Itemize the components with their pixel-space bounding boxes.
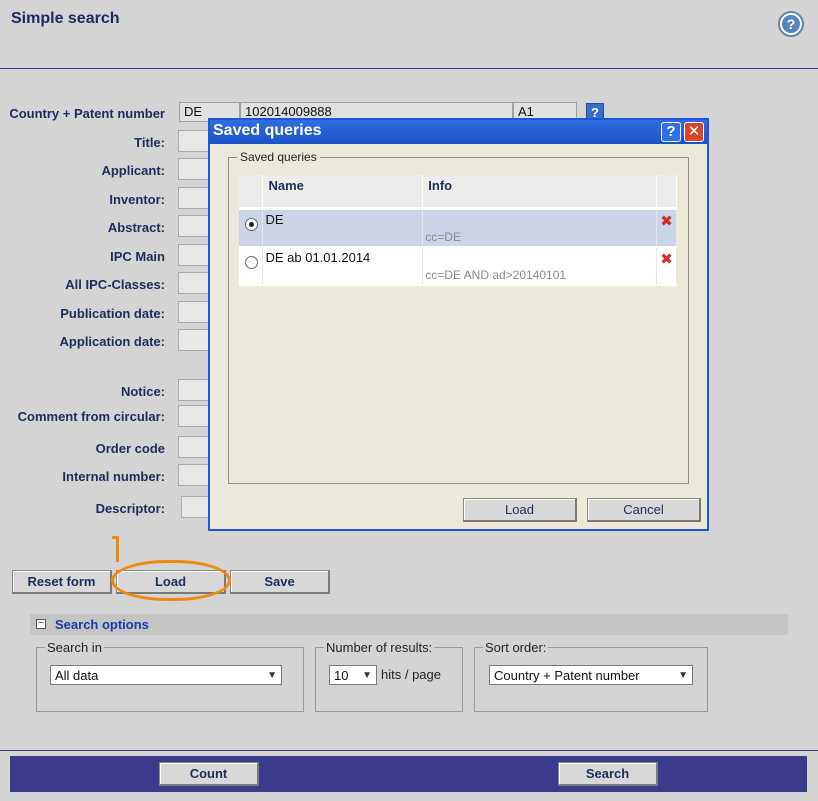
sort-order-value: Country + Patent number (494, 667, 640, 683)
dialog-cancel-button[interactable]: Cancel (587, 498, 701, 522)
info-column-header: Info (422, 175, 657, 210)
dialog-title[interactable]: Saved queries (210, 120, 707, 144)
country-pn-label: Country + Patent number (9, 106, 165, 121)
comment-label: Comment from circular: (17, 409, 165, 424)
search-options-title[interactable]: Search options (55, 617, 149, 632)
query-radio[interactable] (245, 217, 258, 231)
notice-label: Notice: (120, 384, 165, 399)
header-divider (0, 68, 818, 69)
footer-bar (10, 756, 807, 792)
notice-input[interactable] (178, 379, 212, 401)
num-results-select[interactable]: 10 ▼ (329, 665, 377, 685)
publication-date-input[interactable] (178, 301, 212, 323)
query-radio[interactable] (245, 255, 258, 269)
search-in-legend: Search in (47, 640, 102, 655)
order-code-input[interactable] (178, 436, 212, 458)
sort-order-select[interactable]: Country + Patent number ▼ (489, 665, 693, 685)
saved-queries-dialog: Saved queries ? ✕ Saved queries Name Inf… (208, 118, 709, 531)
num-results-value: 10 (334, 667, 349, 683)
table-row[interactable]: DE ab 01.01.2014 cc=DE AND ad>20140101 ✖ (239, 246, 678, 286)
sort-order-legend: Sort order: (485, 640, 547, 655)
load-highlight-ellipse (111, 560, 231, 601)
applicant-label: Applicant: (101, 163, 165, 178)
title-input[interactable] (178, 130, 212, 152)
descriptor-label: Descriptor: (95, 501, 165, 516)
page-title: Simple search (11, 10, 120, 27)
chevron-down-icon: ▼ (362, 669, 372, 681)
abstract-label: Abstract: (107, 220, 165, 235)
search-in-select[interactable]: All data ▼ (50, 665, 282, 685)
footer-divider (0, 750, 818, 751)
ipc-main-input[interactable] (178, 244, 212, 266)
count-button[interactable]: Count (159, 762, 259, 786)
saved-queries-group: Saved queries Name Info DE cc=DE ✖ DE ab… (228, 150, 689, 484)
chevron-down-icon: ▼ (678, 669, 688, 681)
name-column-header: Name (262, 175, 424, 210)
all-ipc-label: All IPC-Classes: (65, 277, 165, 292)
saved-queries-legend: Saved queries (240, 150, 317, 164)
table-row[interactable]: DE cc=DE ✖ (239, 208, 678, 248)
application-date-label: Application date: (59, 334, 165, 349)
collapse-icon[interactable]: − (36, 619, 46, 629)
close-icon[interactable]: ✕ (684, 122, 704, 142)
all-ipc-input[interactable] (178, 272, 212, 294)
select-column-header (239, 175, 264, 210)
reset-form-button[interactable]: Reset form (12, 570, 112, 594)
dialog-load-button[interactable]: Load (463, 498, 577, 522)
save-button[interactable]: Save (230, 570, 330, 594)
internal-number-label: Internal number: (62, 469, 165, 484)
query-name: DE (262, 208, 424, 248)
hits-per-page-label: hits / page (381, 667, 441, 682)
search-in-value: All data (55, 667, 99, 683)
help-icon[interactable]: ? (661, 122, 681, 142)
ipc-main-label: IPC Main (110, 249, 165, 264)
publication-date-label: Publication date: (60, 306, 165, 321)
num-results-legend: Number of results: (326, 640, 433, 655)
delete-column-header (656, 175, 678, 210)
order-code-label: Order code (95, 441, 165, 456)
query-info: cc=DE AND ad>20140101 (422, 246, 657, 286)
delete-icon[interactable]: ✖ (656, 246, 678, 286)
application-date-input[interactable] (178, 329, 212, 351)
callout-marker-line (116, 536, 119, 562)
abstract-input[interactable] (178, 215, 212, 237)
delete-icon[interactable]: ✖ (656, 208, 678, 248)
saved-queries-table: Name Info DE cc=DE ✖ DE ab 01.01.2014 cc… (239, 175, 678, 286)
chevron-down-icon: ▼ (267, 669, 277, 681)
inventor-label: Inventor: (109, 192, 165, 207)
query-name: DE ab 01.01.2014 (262, 246, 424, 286)
search-button[interactable]: Search (558, 762, 658, 786)
query-info: cc=DE (422, 208, 657, 248)
applicant-input[interactable] (178, 158, 212, 180)
inventor-input[interactable] (178, 187, 212, 209)
comment-input[interactable] (178, 405, 212, 427)
question-circle-icon[interactable]: ? (778, 11, 804, 37)
title-label: Title: (134, 135, 165, 150)
internal-number-input[interactable] (178, 464, 212, 486)
